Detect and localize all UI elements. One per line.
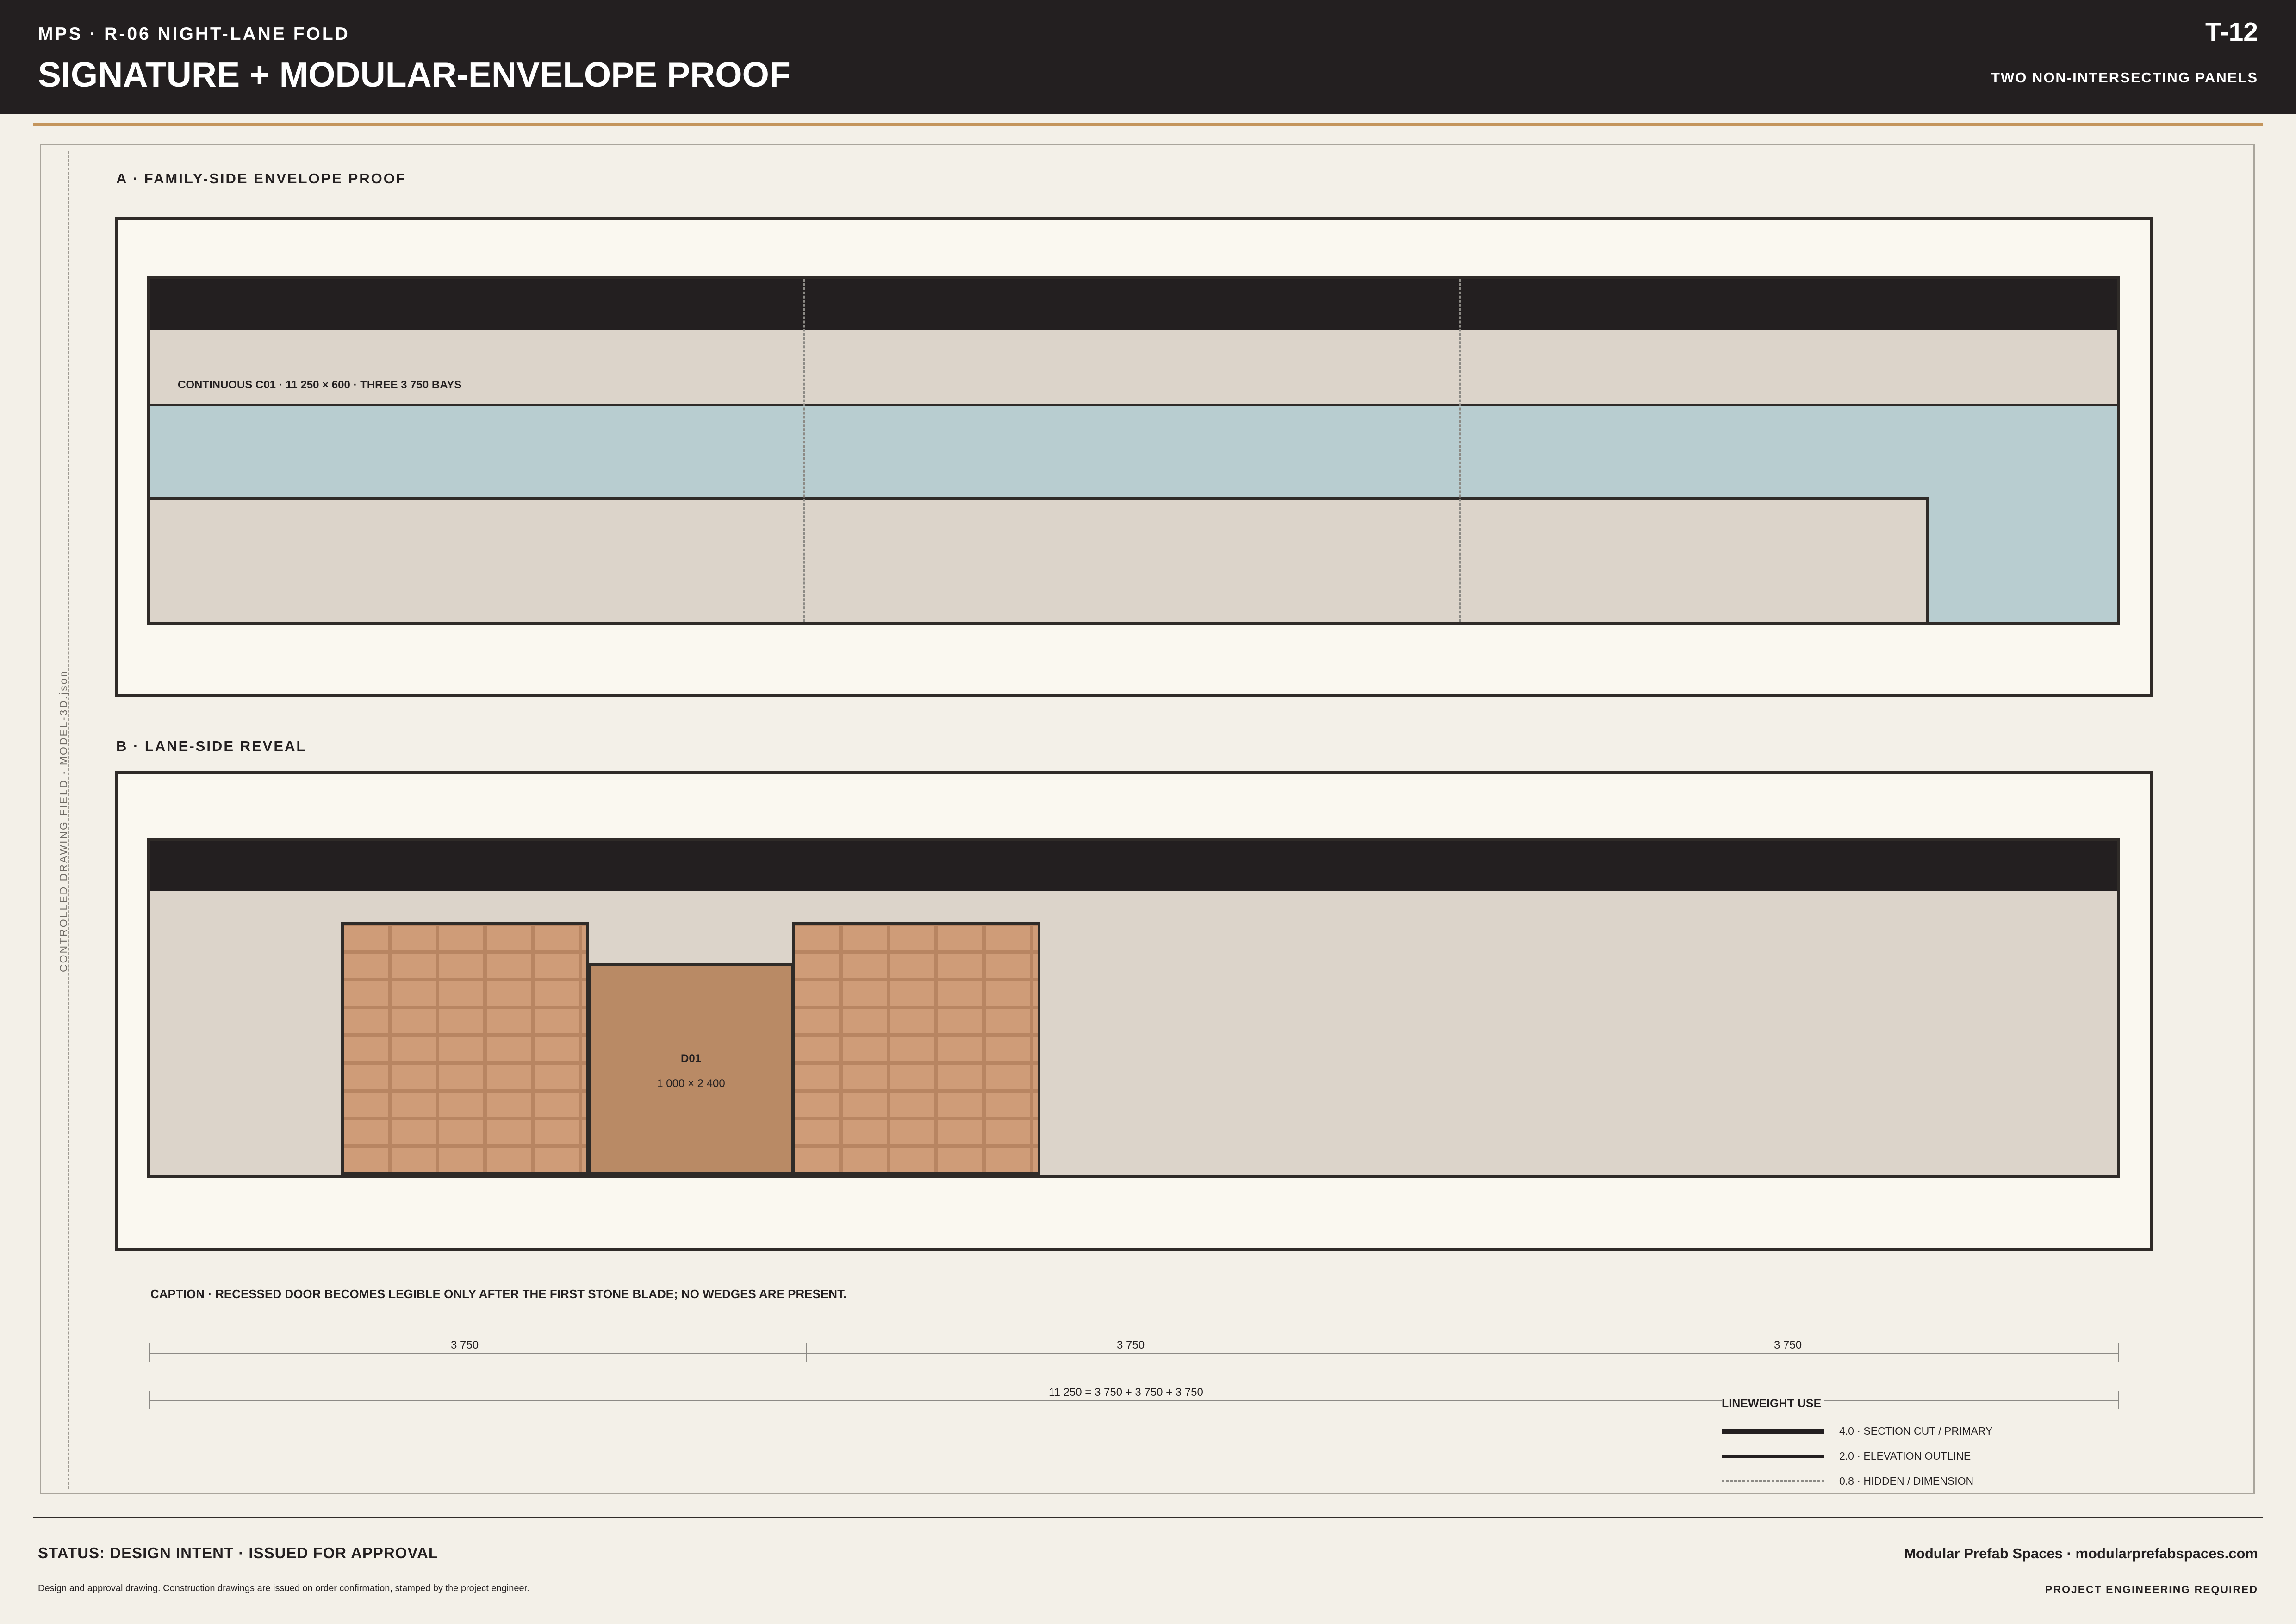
panel-a-title: A · FAMILY-SIDE ENVELOPE PROOF bbox=[116, 170, 406, 187]
glazing-band bbox=[150, 404, 2117, 500]
legend-label: 4.0 · SECTION CUT / PRIMARY bbox=[1839, 1425, 1993, 1437]
sheet-subtitle: TWO NON-INTERSECTING PANELS bbox=[1991, 69, 2258, 86]
legend-label: 0.8 · HIDDEN / DIMENSION bbox=[1839, 1475, 1974, 1487]
stone-blade-module bbox=[792, 922, 1040, 1175]
elevation-a: CONTINUOUS C01 · 11 250 × 600 · THREE 3 … bbox=[147, 276, 2120, 625]
disclaimer: Design and approval drawing. Constructio… bbox=[38, 1583, 529, 1593]
bay-line bbox=[803, 279, 805, 622]
stone-blade-module bbox=[341, 922, 589, 1175]
dimension-tick bbox=[2118, 1391, 2119, 1409]
status-text: STATUS: DESIGN INTENT · ISSUED FOR APPRO… bbox=[38, 1544, 438, 1562]
legend-swatch-solid bbox=[1722, 1455, 1824, 1458]
dimension-line bbox=[150, 1353, 2119, 1354]
corner-glazing bbox=[1926, 497, 2117, 622]
company-name: Modular Prefab Spaces · modularprefabspa… bbox=[1904, 1545, 2258, 1562]
door-id: D01 bbox=[680, 1052, 702, 1065]
title-bar: MPS · R-06 NIGHT-LANE FOLD SIGNATURE + M… bbox=[0, 0, 2296, 114]
elevation-b: D01 1 000 × 2 400 bbox=[147, 838, 2120, 1178]
door-size: 1 000 × 2 400 bbox=[657, 1077, 725, 1090]
dimension-tick bbox=[149, 1343, 150, 1362]
panel-b-title: B · LANE-SIDE REVEAL bbox=[116, 738, 307, 754]
legend-swatch-heavy bbox=[1722, 1429, 1824, 1434]
accent-rule bbox=[33, 123, 2263, 126]
footer-rule bbox=[33, 1517, 2263, 1518]
caption: CAPTION · RECESSED DOOR BECOMES LEGIBLE … bbox=[150, 1287, 847, 1301]
total-dimension: 11 250 = 3 750 + 3 750 + 3 750 bbox=[1007, 1386, 1245, 1399]
bay-dimension: 3 750 bbox=[1760, 1339, 1816, 1352]
dimension-tick bbox=[149, 1391, 150, 1409]
bay-dimension: 3 750 bbox=[437, 1339, 493, 1352]
recessed-door: D01 1 000 × 2 400 bbox=[588, 963, 794, 1175]
dimension-tick bbox=[806, 1343, 807, 1362]
project-code: MPS · R-06 NIGHT-LANE FOLD bbox=[38, 24, 350, 44]
roof-fascia bbox=[150, 841, 2117, 891]
legend-swatch-dashed bbox=[1722, 1480, 1824, 1482]
sheet-title: SIGNATURE + MODULAR-ENVELOPE PROOF bbox=[38, 55, 790, 94]
sheet-number: T-12 bbox=[2205, 17, 2258, 47]
bay-dimension: 3 750 bbox=[1103, 1339, 1159, 1352]
roof-fascia bbox=[150, 279, 2117, 330]
band-label: CONTINUOUS C01 · 11 250 × 600 · THREE 3 … bbox=[178, 379, 462, 391]
side-label: CONTROLLED DRAWING FIELD · MODEL-3D.json bbox=[57, 669, 69, 972]
dimension-tick bbox=[2118, 1343, 2119, 1362]
legend-title: LINEWEIGHT USE bbox=[1722, 1397, 1824, 1411]
legend-label: 2.0 · ELEVATION OUTLINE bbox=[1839, 1450, 1971, 1462]
engineering-note: PROJECT ENGINEERING REQUIRED bbox=[2045, 1583, 2258, 1595]
bay-line bbox=[1459, 279, 1461, 622]
